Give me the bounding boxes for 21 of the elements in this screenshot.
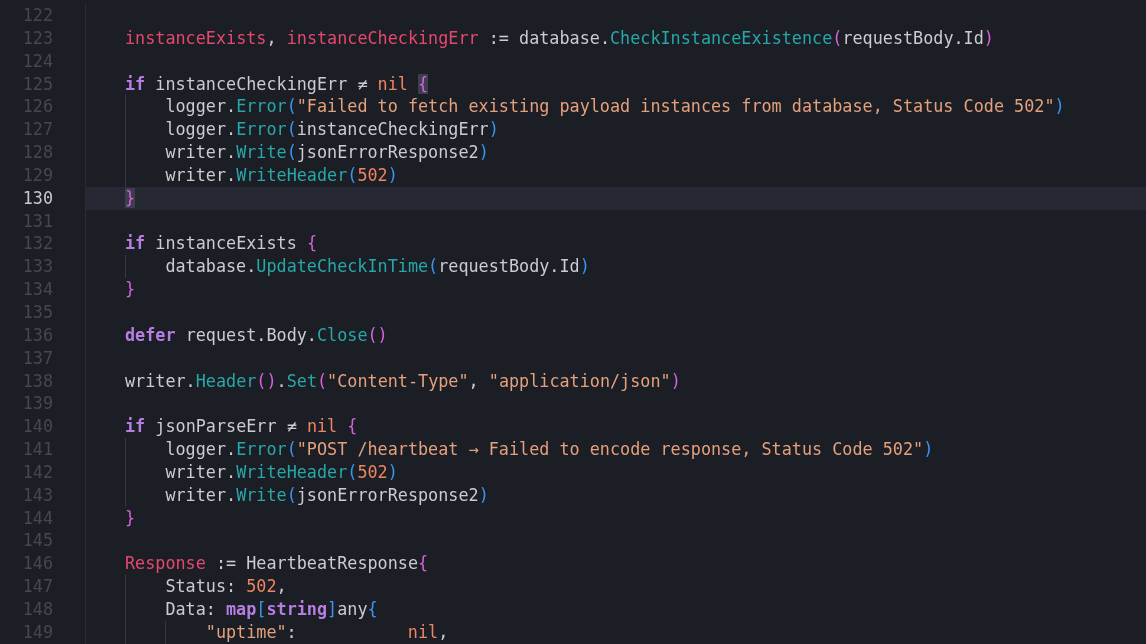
code-line: database.UpdateCheckInTime(requestBody.Id) [165,255,590,279]
code-line: logger.Error("POST /heartbeat → Failed to encode response, Status Code 502") [165,438,934,461]
code-line: writer.Write(jsonErrorResponse2) [165,141,489,164]
code-line: writer.Write(jsonErrorResponse2) [165,483,489,507]
code-line: logger.Error(instanceCheckingErr) [165,118,499,142]
code-line: if instanceCheckingErr ≠ nil { [125,72,429,96]
code-line: writer.WriteHeader(502) [165,460,398,484]
code-line: "uptime": nil, [205,620,449,644]
code-line: Response := HeartbeatResponse{ [125,552,429,576]
code-line: writer.WriteHeader(502) [165,163,398,187]
code-line: if jsonParseErr ≠ nil { [125,415,358,439]
code-line: instanceExists, instanceCheckingErr := database.CheckInstanceExistence(requestBody.Id) [125,26,994,50]
code-line: writer.Header().Set("Content-Type", "application/json") [125,369,681,393]
code-line: defer request.Body.Close() [125,323,388,347]
code-line: Status: 502, [165,575,287,598]
code-line: } [125,278,136,301]
code-line: Data: map[string]any{ [165,597,378,621]
line-number: 130 [21,186,53,210]
code-line: } [125,506,136,530]
code-line: logger.Error("Failed to fetch existing payload instances from database, Status Code 502") [165,95,1065,119]
code-line: if instanceExists { [125,232,317,256]
